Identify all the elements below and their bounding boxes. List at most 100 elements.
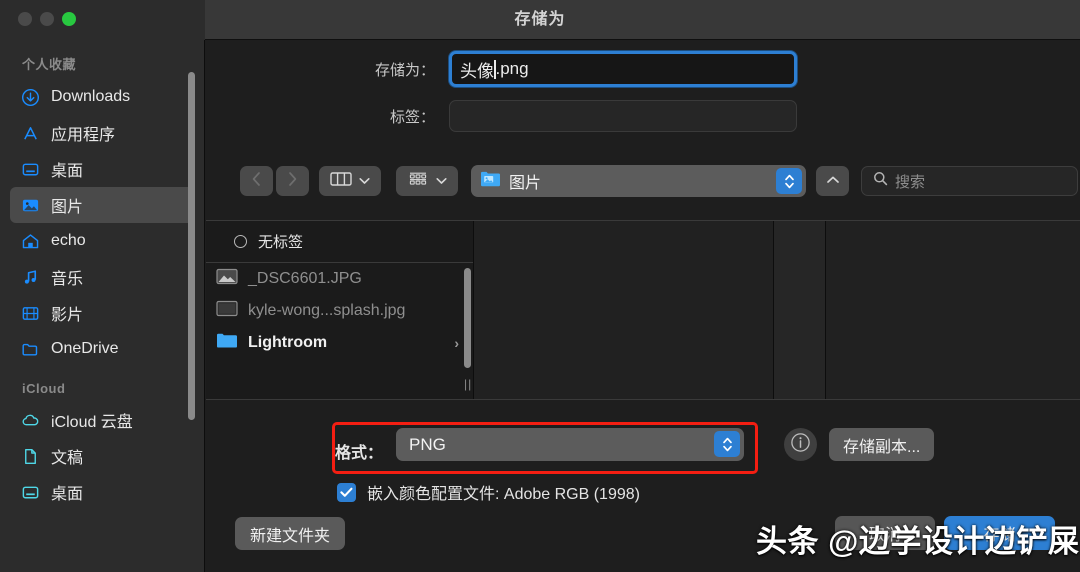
sidebar-item-desktop[interactable]: 桌面 [10,151,194,187]
view-mode-column-button[interactable] [319,166,381,196]
sidebar-item-label: 音乐 [51,271,84,288]
download-circle-icon [20,87,40,107]
file-browser-column-4[interactable] [826,221,1080,399]
new-folder-button[interactable]: 新建文件夹 [235,517,346,550]
list-item-label: kyle-wong...splash.jpg [248,302,406,319]
forward-button[interactable] [276,166,309,196]
sidebar-item-label: 图片 [51,199,84,216]
window-title: 存储为 [514,11,566,28]
watermark-overlay: 头条 @边学设计边铲屎 [756,524,1080,559]
film-icon [20,303,40,323]
sidebar-item-echo[interactable]: echo [10,223,194,259]
list-item[interactable]: _DSC6601.JPG [206,263,473,295]
search-input[interactable]: 搜索 [861,166,1078,196]
folder-icon [20,339,40,359]
format-value: PNG [409,434,446,454]
sidebar-section-favorites-title: 个人收藏 [22,57,77,72]
info-circle-icon [790,432,811,458]
list-item[interactable]: Lightroom › [206,327,473,359]
tags-input[interactable] [449,100,797,132]
tag-header-label: 无标签 [258,234,304,251]
path-label: 图片 [509,175,542,192]
chevron-right-icon [287,171,298,192]
save-copy-label: 存储副本... [843,438,921,456]
sidebar-item-downloads[interactable]: Downloads [10,79,194,115]
file-browser-column-3[interactable] [774,221,826,399]
file-browser: 无标签 _DSC6601.JPG kyle-wong...splash.jpg [206,220,1080,400]
save-as-dialog-window: 存储为 个人收藏 Downloads 应用程序 桌面 图片 echo 音乐 影片… [0,0,1080,572]
icon-view-icon [407,171,429,192]
view-mode-icon-button[interactable] [396,166,458,196]
sidebar-item-label: iCloud 云盘 [51,414,133,431]
format-popup-button[interactable]: PNG [396,428,744,461]
save-as-row: 存储为： 头像 .png [206,51,1080,87]
sidebar-item-label: 应用程序 [51,127,116,144]
path-stepper-icon[interactable] [776,168,802,194]
chevron-down-icon [359,172,370,190]
file-browser-column-2[interactable] [474,221,774,399]
sidebar-scrollbar[interactable] [188,72,195,420]
pictures-folder-icon [480,170,501,193]
search-placeholder: 搜索 [895,173,926,191]
save-copy-button[interactable]: 存储副本... [829,428,935,461]
file-browser-column-1: 无标签 _DSC6601.JPG kyle-wong...splash.jpg [206,221,474,399]
desktop-icon [20,482,40,502]
minimize-button[interactable] [40,12,54,26]
close-button[interactable] [18,12,32,26]
home-icon [20,231,40,251]
embed-profile-row[interactable]: 嵌入颜色配置文件: Adobe RGB (1998) [337,480,640,504]
sidebar-item-music[interactable]: 音乐 [10,259,194,295]
chevron-left-icon [251,171,262,192]
sidebar-item-label: 桌面 [51,163,84,180]
sidebar-item-label: 影片 [51,307,84,324]
sidebar-item-applications[interactable]: 应用程序 [10,115,194,151]
chevron-right-icon: › [454,335,459,351]
sidebar-item-pictures[interactable]: 图片 [10,187,194,223]
applications-icon [20,123,40,143]
file-list-scrollbar[interactable] [464,268,471,368]
sidebar-item-movies[interactable]: 影片 [10,295,194,331]
cloud-icon [20,410,40,430]
sidebar-item-documents[interactable]: 文稿 [10,438,194,474]
file-name-input[interactable]: 头像 .png [449,51,797,87]
sidebar-item-icloud-desktop[interactable]: 桌面 [10,474,194,510]
path-popup-button[interactable]: 图片 [471,165,806,197]
sidebar-item-onedrive[interactable]: OneDrive [10,331,194,367]
tags-row: 标签： [206,100,1080,132]
image-file-icon [216,268,238,290]
sidebar-section-icloud-title: iCloud [22,381,66,396]
dialog-content: 存储为： 头像 .png 标签： 图片 搜索 无标签 _DSC6601.JPG … [206,40,1080,572]
format-stepper-icon[interactable] [714,431,740,457]
chevron-up-icon [826,172,840,190]
new-folder-label: 新建文件夹 [250,527,331,545]
go-up-button[interactable] [816,166,849,196]
traffic-lights [18,12,76,26]
sidebar-item-label: 桌面 [51,486,84,503]
save-as-label: 存储为： [374,61,435,79]
sidebar-item-icloud-drive[interactable]: iCloud 云盘 [10,402,194,438]
chevron-down-icon [436,172,447,190]
search-icon [873,171,888,191]
file-name-extension: .png [495,59,529,78]
back-button[interactable] [240,166,273,196]
info-button[interactable] [784,428,817,461]
tags-label: 标签： [389,108,435,126]
browser-toolbar: 图片 搜索 [206,160,1080,202]
file-name-text-before-caret: 头像 [460,61,494,81]
maximize-button[interactable] [62,12,76,26]
tag-circle-icon [234,235,247,248]
image-file-icon [216,300,238,322]
desktop-icon [20,159,40,179]
sidebar-item-label: echo [51,232,86,249]
list-item-label: _DSC6601.JPG [248,270,362,287]
sidebar-item-label: Downloads [51,88,131,105]
embed-profile-checkbox[interactable] [337,482,356,502]
list-item[interactable]: kyle-wong...splash.jpg [206,295,473,327]
sidebar: 个人收藏 Downloads 应用程序 桌面 图片 echo 音乐 影片 One… [0,40,205,572]
tag-filter-header[interactable]: 无标签 [206,221,473,263]
sidebar-item-label: OneDrive [51,340,119,357]
pictures-icon [20,195,40,215]
column-resize-handle[interactable]: || [464,377,472,391]
sidebar-item-label: 文稿 [51,450,84,467]
folder-icon [216,332,238,354]
